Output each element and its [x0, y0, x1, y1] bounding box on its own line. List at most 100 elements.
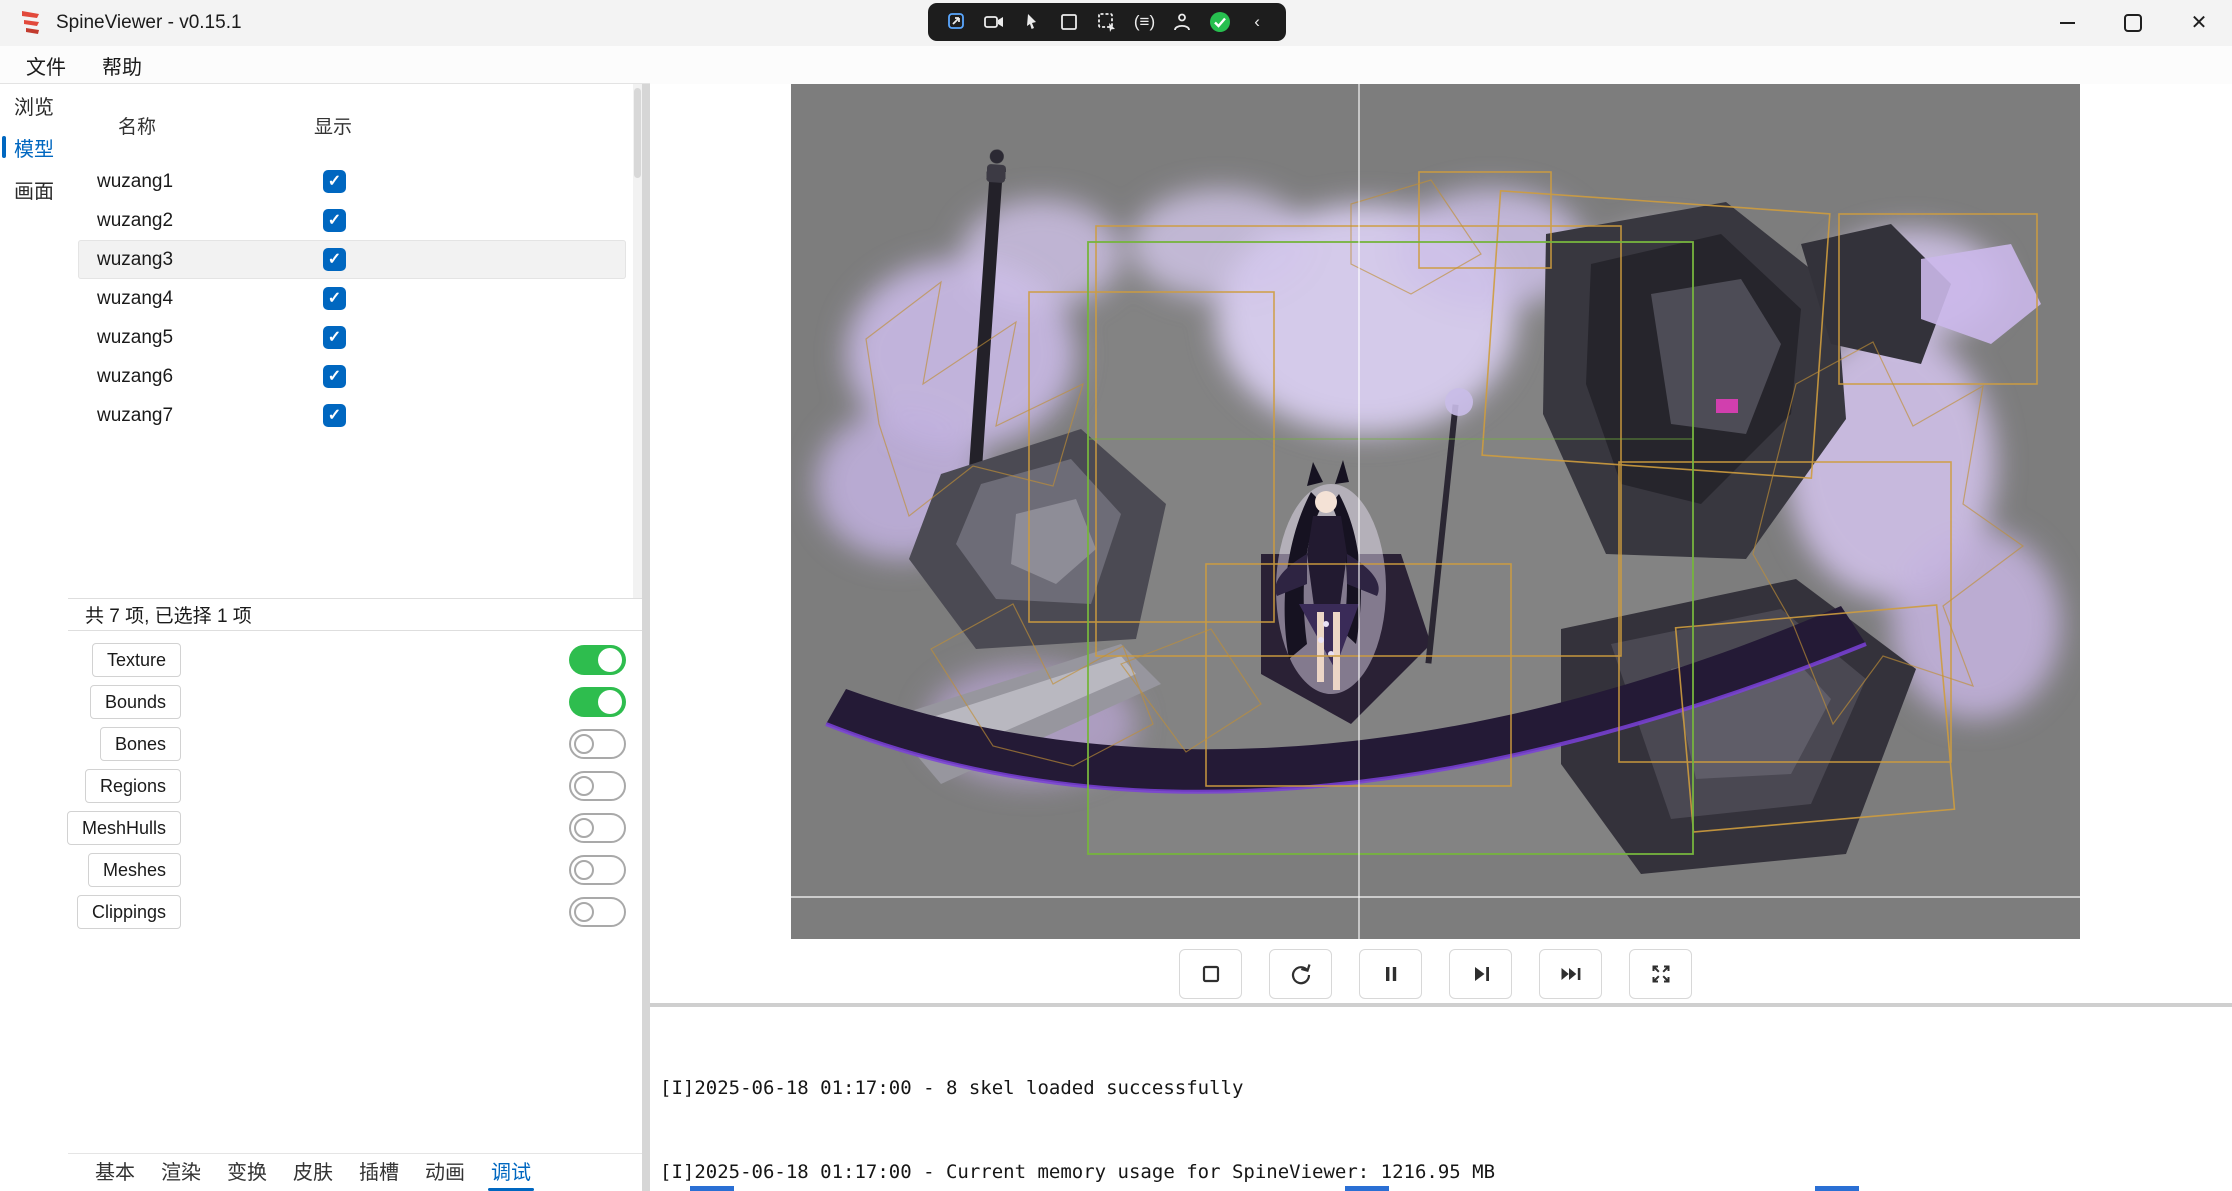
table-row[interactable]: wuzang1 — [78, 162, 626, 201]
menu-pill-icon[interactable]: (≡) — [1129, 6, 1161, 38]
show-checkbox[interactable] — [323, 365, 346, 388]
tab-skin[interactable]: 皮肤 — [280, 1154, 346, 1191]
toggle-label-bounds: Bounds — [90, 685, 181, 719]
model-panel: 名称 显示 wuzang1 wuzang2 wuzang3 wuzang4 — [68, 84, 642, 1191]
model-name: wuzang1 — [97, 171, 173, 193]
toggle-label-meshes: Meshes — [88, 853, 181, 887]
titlebar: SpineViewer - v0.15.1 — [0, 0, 2232, 46]
maximize-icon — [2124, 14, 2142, 32]
tab-slot[interactable]: 插槽 — [346, 1154, 412, 1191]
menubar: 文件 帮助 — [0, 46, 2232, 84]
side-tab-model[interactable]: 模型 — [0, 126, 68, 168]
tab-debug[interactable]: 调试 — [478, 1154, 544, 1191]
log-line: [I]2025-06-18 01:17:00 - Current memory … — [660, 1158, 1495, 1186]
tab-label: 皮肤 — [293, 1162, 333, 1184]
side-tab-strip: 浏览 模型 画面 — [0, 84, 68, 1191]
playback-controls — [791, 949, 2080, 999]
toggle-row: Texture — [68, 639, 642, 681]
model-name: wuzang6 — [97, 366, 173, 388]
cursor-icon[interactable] — [1016, 6, 1048, 38]
bones-toggle[interactable] — [569, 729, 626, 759]
model-rows: wuzang1 wuzang2 wuzang3 wuzang4 wuzang5 — [78, 162, 626, 435]
log-divider — [650, 1003, 2232, 1007]
status-check-icon[interactable] — [1204, 6, 1236, 38]
tab-label: 调试 — [491, 1162, 531, 1184]
tab-transform[interactable]: 变换 — [214, 1154, 280, 1191]
scrollbar-thumb[interactable] — [634, 88, 641, 178]
show-checkbox[interactable] — [323, 170, 346, 193]
tab-label: 基本 — [95, 1162, 135, 1184]
clippings-toggle[interactable] — [569, 897, 626, 927]
camera-icon[interactable] — [978, 6, 1010, 38]
list-scrollbar[interactable] — [633, 84, 642, 598]
texture-toggle[interactable] — [569, 645, 626, 675]
capture-toolbar: (≡) ‹ — [928, 3, 1286, 41]
table-row[interactable]: wuzang5 — [78, 318, 626, 357]
model-list-header: 名称 显示 — [68, 100, 642, 146]
model-name: wuzang4 — [97, 288, 173, 310]
bounds-toggle[interactable] — [569, 687, 626, 717]
show-checkbox[interactable] — [323, 287, 346, 310]
collapse-chevron-icon[interactable]: ‹ — [1241, 6, 1273, 38]
toggle-label-regions: Regions — [85, 769, 181, 803]
stop-button[interactable] — [1179, 949, 1242, 999]
table-row[interactable]: wuzang4 — [78, 279, 626, 318]
fullscreen-button[interactable] — [1629, 949, 1692, 999]
step-forward-icon — [1468, 961, 1494, 987]
step-forward-button[interactable] — [1449, 949, 1512, 999]
game-capture-icon[interactable] — [941, 6, 973, 38]
menu-file[interactable]: 文件 — [26, 51, 66, 80]
reset-icon — [1288, 961, 1314, 987]
pause-button[interactable] — [1359, 949, 1422, 999]
fullscreen-icon — [1648, 961, 1674, 987]
model-name: wuzang2 — [97, 210, 173, 232]
reset-button[interactable] — [1269, 949, 1332, 999]
show-checkbox[interactable] — [323, 404, 346, 427]
side-tab-screen[interactable]: 画面 — [0, 168, 68, 210]
show-checkbox[interactable] — [323, 209, 346, 232]
window-title: SpineViewer - v0.15.1 — [56, 12, 242, 34]
table-row[interactable]: wuzang7 — [78, 396, 626, 435]
skip-forward-button[interactable] — [1539, 949, 1602, 999]
taskbar-sliver — [690, 1186, 734, 1191]
maximize-button[interactable] — [2100, 0, 2166, 46]
toggle-knob — [598, 648, 622, 672]
toggle-label-texture: Texture — [92, 643, 181, 677]
tab-render[interactable]: 渲染 — [148, 1154, 214, 1191]
log-line: [I]2025-06-18 01:17:00 - 8 skel loaded s… — [660, 1074, 1495, 1102]
table-row[interactable]: wuzang3 — [78, 240, 626, 279]
frame-icon[interactable] — [1053, 6, 1085, 38]
close-button[interactable]: ✕ — [2166, 0, 2232, 46]
toggle-row: Bounds — [68, 681, 642, 723]
regions-toggle[interactable] — [569, 771, 626, 801]
table-row[interactable]: wuzang2 — [78, 201, 626, 240]
app-logo-icon — [18, 9, 44, 37]
tab-label: 渲染 — [161, 1162, 201, 1184]
toggle-row: Bones — [68, 723, 642, 765]
minimize-button[interactable] — [2034, 0, 2100, 46]
table-row[interactable]: wuzang6 — [78, 357, 626, 396]
window-controls: ✕ — [2034, 0, 2232, 46]
side-tab-label: 模型 — [14, 133, 54, 162]
spine-viewport[interactable] — [791, 84, 2080, 939]
toggle-knob — [574, 818, 594, 838]
skip-forward-icon — [1558, 961, 1584, 987]
show-checkbox[interactable] — [323, 326, 346, 349]
region-select-icon[interactable] — [1091, 6, 1123, 38]
tab-basic[interactable]: 基本 — [82, 1154, 148, 1191]
menu-help[interactable]: 帮助 — [102, 51, 142, 80]
meshhulls-toggle[interactable] — [569, 813, 626, 843]
side-tab-browse[interactable]: 浏览 — [0, 84, 68, 126]
model-list: 名称 显示 wuzang1 wuzang2 wuzang3 wuzang4 — [68, 84, 642, 598]
show-checkbox[interactable] — [323, 248, 346, 271]
meshes-toggle[interactable] — [569, 855, 626, 885]
pause-icon — [1378, 961, 1404, 987]
spineviewer-window: SpineViewer - v0.15.1 — [0, 0, 2232, 1191]
toggle-row: Meshes — [68, 849, 642, 891]
taskbar-sliver — [1345, 1186, 1389, 1191]
tab-animation[interactable]: 动画 — [412, 1154, 478, 1191]
toggle-knob — [574, 776, 594, 796]
panel-splitter[interactable] — [642, 84, 650, 1191]
tab-label: 插槽 — [359, 1162, 399, 1184]
accessibility-icon[interactable] — [1166, 6, 1198, 38]
